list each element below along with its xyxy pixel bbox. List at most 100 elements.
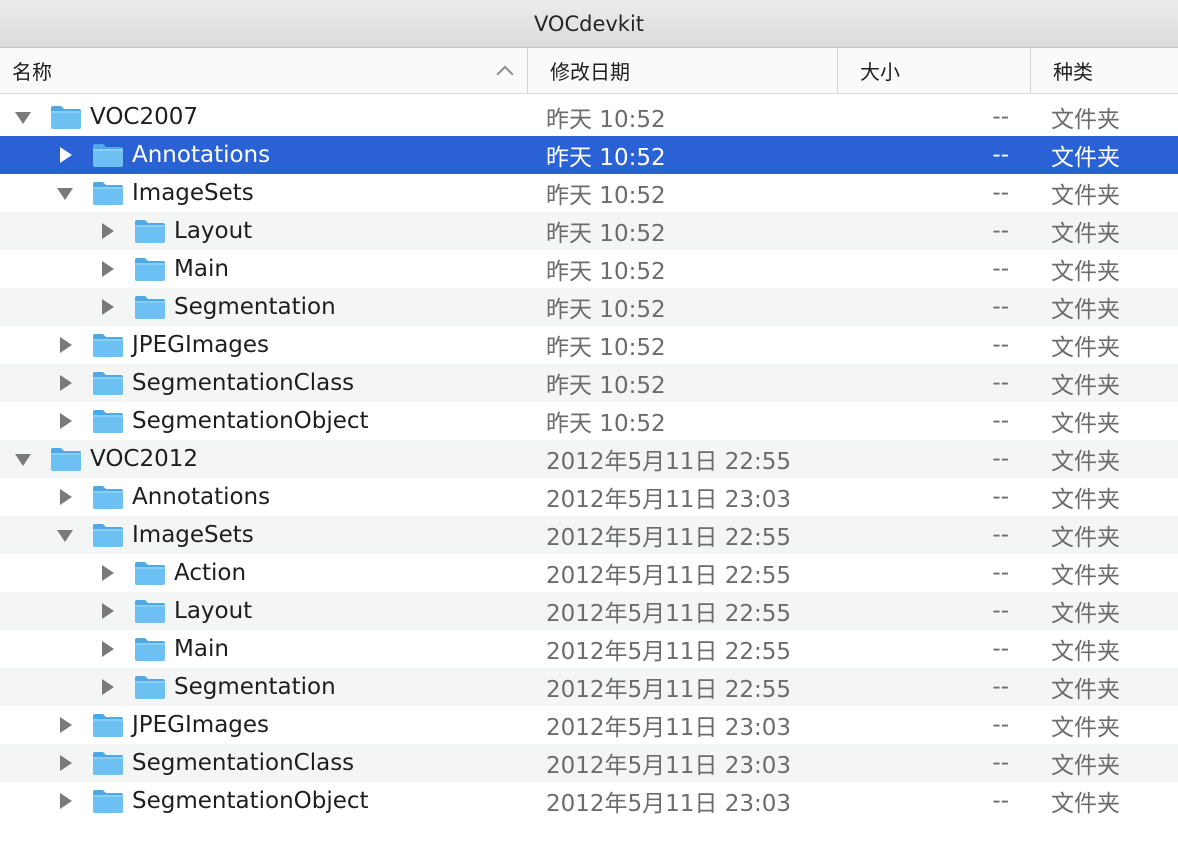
name-cell: SegmentationClass xyxy=(0,744,528,782)
modified-date: 2012年5月11日 22:55 xyxy=(546,449,792,475)
column-header-date[interactable]: 修改日期 xyxy=(528,48,838,93)
column-header-size[interactable]: 大小 xyxy=(838,48,1031,93)
file-row[interactable]: Annotations 昨天 10:52 -- 文件夹 xyxy=(0,136,1178,174)
disclosure-collapsed-icon[interactable] xyxy=(98,564,116,582)
name-cell: ImageSets xyxy=(0,516,528,554)
file-row[interactable]: ImageSets 昨天 10:52 -- 文件夹 xyxy=(0,174,1178,212)
file-row[interactable]: Segmentation 昨天 10:52 -- 文件夹 xyxy=(0,288,1178,326)
file-row[interactable]: Layout 昨天 10:52 -- 文件夹 xyxy=(0,212,1178,250)
file-kind: 文件夹 xyxy=(1051,297,1120,323)
folder-name: Layout xyxy=(174,598,253,624)
folder-icon xyxy=(92,332,124,358)
file-row[interactable]: Annotations 2012年5月11日 23:03 -- 文件夹 xyxy=(0,478,1178,516)
folder-icon xyxy=(92,408,124,434)
disclosure-collapsed-icon[interactable] xyxy=(56,488,74,506)
file-row[interactable]: Main 昨天 10:52 -- 文件夹 xyxy=(0,250,1178,288)
file-row[interactable]: SegmentationClass 2012年5月11日 23:03 -- 文件夹 xyxy=(0,744,1178,782)
disclosure-expanded-icon[interactable] xyxy=(14,450,32,468)
modified-date: 2012年5月11日 22:55 xyxy=(546,601,792,627)
disclosure-collapsed-icon[interactable] xyxy=(56,336,74,354)
file-kind: 文件夹 xyxy=(1051,145,1120,171)
column-header-kind[interactable]: 种类 xyxy=(1031,48,1178,93)
modified-date: 2012年5月11日 22:55 xyxy=(546,525,792,551)
folder-icon xyxy=(92,788,124,814)
modified-date: 昨天 10:52 xyxy=(546,221,666,247)
modified-date: 昨天 10:52 xyxy=(546,183,666,209)
disclosure-collapsed-icon[interactable] xyxy=(98,678,116,696)
file-row[interactable]: JPEGImages 昨天 10:52 -- 文件夹 xyxy=(0,326,1178,364)
disclosure-expanded-icon[interactable] xyxy=(14,108,32,126)
name-cell: Segmentation xyxy=(0,668,528,706)
folder-icon xyxy=(92,750,124,776)
name-cell: ImageSets xyxy=(0,174,528,212)
folder-icon xyxy=(134,598,166,624)
folder-icon xyxy=(134,218,166,244)
column-header-date-label: 修改日期 xyxy=(550,60,630,84)
file-row[interactable]: Segmentation 2012年5月11日 22:55 -- 文件夹 xyxy=(0,668,1178,706)
folder-icon xyxy=(50,446,82,472)
file-row[interactable]: VOC2007 昨天 10:52 -- 文件夹 xyxy=(0,98,1178,136)
file-kind: 文件夹 xyxy=(1051,411,1120,437)
file-row[interactable]: ImageSets 2012年5月11日 22:55 -- 文件夹 xyxy=(0,516,1178,554)
file-kind: 文件夹 xyxy=(1051,335,1120,361)
file-kind: 文件夹 xyxy=(1051,107,1120,133)
disclosure-collapsed-icon[interactable] xyxy=(56,374,74,392)
file-row[interactable]: Action 2012年5月11日 22:55 -- 文件夹 xyxy=(0,554,1178,592)
file-size: -- xyxy=(992,408,1009,434)
disclosure-expanded-icon[interactable] xyxy=(56,526,74,544)
file-size: -- xyxy=(992,218,1009,244)
modified-date: 昨天 10:52 xyxy=(546,259,666,285)
file-row[interactable]: VOC2012 2012年5月11日 22:55 -- 文件夹 xyxy=(0,440,1178,478)
disclosure-collapsed-icon[interactable] xyxy=(98,298,116,316)
file-size: -- xyxy=(992,522,1009,548)
file-size: -- xyxy=(992,142,1009,168)
column-header-name[interactable]: 名称 xyxy=(0,48,528,93)
folder-name: Layout xyxy=(174,218,253,244)
folder-name: ImageSets xyxy=(132,522,254,548)
file-row[interactable]: SegmentationClass 昨天 10:52 -- 文件夹 xyxy=(0,364,1178,402)
file-size: -- xyxy=(992,484,1009,510)
disclosure-collapsed-icon[interactable] xyxy=(98,640,116,658)
modified-date: 2012年5月11日 22:55 xyxy=(546,639,792,665)
file-row[interactable]: SegmentationObject 2012年5月11日 23:03 -- 文件夹 xyxy=(0,782,1178,820)
file-kind: 文件夹 xyxy=(1051,715,1120,741)
folder-icon xyxy=(134,560,166,586)
disclosure-collapsed-icon[interactable] xyxy=(56,716,74,734)
file-row[interactable]: SegmentationObject 昨天 10:52 -- 文件夹 xyxy=(0,402,1178,440)
disclosure-collapsed-icon[interactable] xyxy=(56,792,74,810)
disclosure-collapsed-icon[interactable] xyxy=(98,222,116,240)
window-title: VOCdevkit xyxy=(533,11,645,36)
name-cell: SegmentationClass xyxy=(0,364,528,402)
file-size: -- xyxy=(992,332,1009,358)
folder-icon xyxy=(134,674,166,700)
name-cell: SegmentationObject xyxy=(0,782,528,820)
name-cell: Main xyxy=(0,630,528,668)
modified-date: 昨天 10:52 xyxy=(546,297,666,323)
folder-name: VOC2007 xyxy=(90,104,199,130)
modified-date: 昨天 10:52 xyxy=(546,107,666,133)
column-header-name-label: 名称 xyxy=(12,60,52,84)
disclosure-collapsed-icon[interactable] xyxy=(98,602,116,620)
folder-name: Main xyxy=(174,636,229,662)
disclosure-collapsed-icon[interactable] xyxy=(98,260,116,278)
file-row[interactable]: Layout 2012年5月11日 22:55 -- 文件夹 xyxy=(0,592,1178,630)
name-cell: Annotations xyxy=(0,136,528,174)
name-cell: JPEGImages xyxy=(0,326,528,364)
file-size: -- xyxy=(992,674,1009,700)
window-titlebar[interactable]: VOCdevkit xyxy=(0,0,1178,48)
folder-name: SegmentationClass xyxy=(132,750,355,776)
modified-date: 昨天 10:52 xyxy=(546,373,666,399)
file-kind: 文件夹 xyxy=(1051,753,1120,779)
name-cell: Layout xyxy=(0,592,528,630)
file-kind: 文件夹 xyxy=(1051,221,1120,247)
file-row[interactable]: Main 2012年5月11日 22:55 -- 文件夹 xyxy=(0,630,1178,668)
disclosure-collapsed-icon[interactable] xyxy=(56,754,74,772)
disclosure-collapsed-icon[interactable] xyxy=(56,412,74,430)
disclosure-expanded-icon[interactable] xyxy=(56,184,74,202)
file-size: -- xyxy=(992,104,1009,130)
name-cell: VOC2007 xyxy=(0,98,528,136)
file-row[interactable]: JPEGImages 2012年5月11日 23:03 -- 文件夹 xyxy=(0,706,1178,744)
file-size: -- xyxy=(992,180,1009,206)
disclosure-collapsed-icon[interactable] xyxy=(56,146,74,164)
folder-name: SegmentationObject xyxy=(132,788,369,814)
